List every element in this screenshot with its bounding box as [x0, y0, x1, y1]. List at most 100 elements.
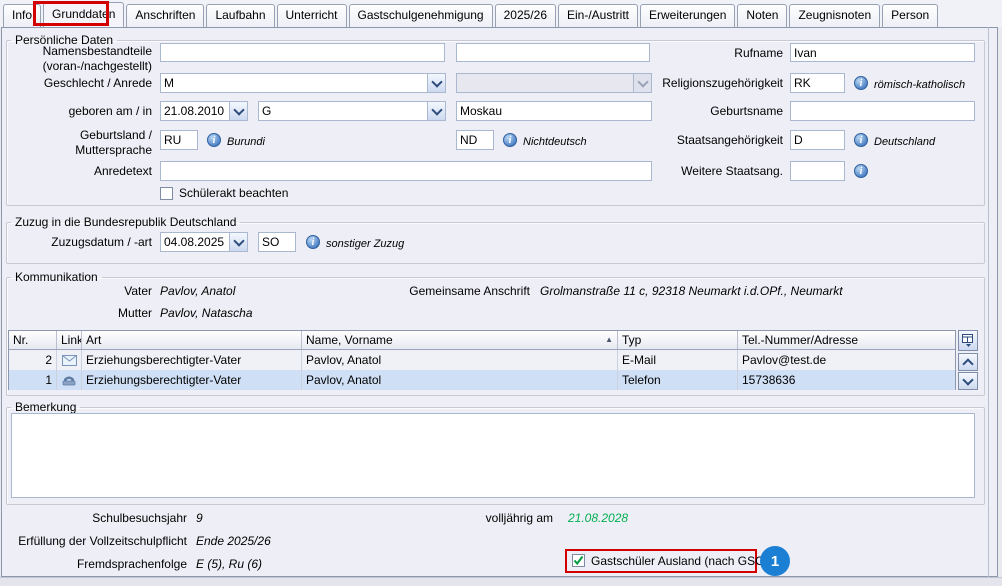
tab-gastschulgenehmigung[interactable]: Gastschulgenehmigung [349, 4, 493, 27]
tab-zeugnisnoten[interactable]: Zeugnisnoten [789, 4, 880, 27]
zuzug-group-title: Zuzug in die Bundesrepublik Deutschland [11, 215, 240, 229]
geburtsland-hint: Burundi [227, 135, 265, 149]
geburtsland-combo-value[interactable] [259, 102, 427, 120]
tab-noten[interactable]: Noten [737, 4, 787, 27]
chevron-down-icon [962, 374, 973, 385]
vater-label: Vater [0, 284, 152, 299]
cell-nr: 2 [9, 350, 57, 370]
gastschueler-checkbox-label: Gastschüler Ausland (nach GSO) [591, 554, 768, 569]
schuelerakt-checkbox[interactable] [160, 187, 173, 200]
geburtsname-input[interactable] [790, 101, 975, 121]
cell-name: Pavlov, Anatol [302, 350, 618, 370]
zuzugsart-hint: sonstiger Zuzug [326, 237, 404, 251]
weitere-staatsang-input[interactable] [790, 161, 845, 181]
column-header-nr[interactable]: Nr. [9, 331, 57, 349]
cell-nr: 1 [9, 370, 57, 390]
info-icon[interactable]: i [854, 164, 868, 178]
geburtsland-muttersprache-label: Geburtsland / Muttersprache [0, 128, 152, 158]
cell-tel: 15738636 [738, 370, 955, 390]
cell-art: Erziehungsberechtigter-Vater [82, 350, 302, 370]
info-icon[interactable]: i [207, 133, 221, 147]
cell-art: Erziehungsberechtigter-Vater [82, 370, 302, 390]
checkmark-icon [573, 555, 584, 566]
zuzugsdatum-value[interactable] [161, 233, 229, 251]
zuzugsart-code-input[interactable] [258, 232, 296, 252]
namensbestandteil-voran-input[interactable] [160, 43, 445, 62]
tab-laufbahn[interactable]: Laufbahn [206, 4, 274, 27]
column-header-name[interactable]: Name, Vorname ▲ [302, 331, 618, 349]
column-header-art[interactable]: Art [82, 331, 302, 349]
staatsangehoerigkeit-label: Staatsangehörigkeit [583, 133, 783, 148]
kommunikation-table-header: Nr. Link Art Name, Vorname ▲ Typ Tel.-Nu… [9, 331, 955, 350]
tab-ein-austritt[interactable]: Ein-/Austritt [558, 4, 638, 27]
religion-label: Religionszugehörigkeit [583, 76, 783, 91]
chevron-down-icon [233, 235, 244, 246]
chevron-up-icon [962, 358, 973, 369]
geschlecht-combobox[interactable] [160, 73, 446, 93]
info-icon[interactable]: i [854, 133, 868, 147]
info-icon[interactable]: i [306, 235, 320, 249]
rufname-label: Rufname [583, 46, 783, 61]
annotation-box-tab [33, 1, 109, 26]
info-icon[interactable]: i [503, 133, 517, 147]
info-icon[interactable]: i [854, 76, 868, 90]
tab-unterricht[interactable]: Unterricht [277, 4, 347, 27]
tab-person[interactable]: Person [882, 4, 938, 27]
tab-erweiterungen[interactable]: Erweiterungen [640, 4, 735, 27]
column-header-tel[interactable]: Tel.-Nummer/Adresse [738, 331, 955, 349]
volljaehrig-am-value: 21.08.2028 [568, 511, 628, 526]
cell-typ: Telefon [618, 370, 738, 390]
zuzug-group: Zuzug in die Bundesrepublik Deutschland [6, 215, 985, 264]
geschlecht-value[interactable] [161, 74, 427, 92]
mutter-label: Mutter [0, 306, 152, 321]
cell-typ: E-Mail [618, 350, 738, 370]
geburtsland-combo-arrow-button[interactable] [427, 102, 445, 120]
anredetext-input[interactable] [160, 161, 652, 181]
fremdsprachenfolge-value: E (5), Ru (6) [196, 557, 262, 572]
vater-value: Pavlov, Anatol [160, 284, 235, 299]
rufname-input[interactable] [790, 43, 975, 62]
geburtsland-code-input[interactable] [160, 130, 198, 150]
table-scroll-down-button[interactable] [958, 372, 978, 390]
mutter-value: Pavlov, Natascha [160, 306, 253, 321]
chevron-down-icon [233, 104, 244, 115]
geschlecht-combo-arrow-button[interactable] [427, 74, 445, 92]
geboren-am-in-label: geboren am / in [0, 104, 152, 119]
chevron-down-icon [431, 104, 442, 115]
geburtsdatum-picker[interactable] [160, 101, 248, 121]
gemeinsame-anschrift-value: Grolmanstraße 11 c, 92318 Neumarkt i.d.O… [540, 284, 843, 299]
gastschueler-checkbox[interactable] [572, 554, 585, 567]
bottom-strip [0, 577, 1002, 586]
schulbesuchsjahr-label: Schulbesuchsjahr [0, 511, 187, 526]
table-settings-icon [962, 334, 975, 347]
table-scroll-up-button[interactable] [958, 353, 978, 371]
sort-asc-icon: ▲ [605, 331, 613, 349]
geburtsland-combobox[interactable] [258, 101, 446, 121]
schuelerakt-checkbox-label: Schülerakt beachten [179, 186, 288, 201]
bemerkung-textarea[interactable] [11, 413, 975, 498]
schulbesuchsjahr-value: 9 [196, 511, 203, 526]
zuzugsdatum-art-label: Zuzugsdatum / -art [0, 235, 152, 250]
tab-bar: Info Grunddaten Anschriften Laufbahn Unt… [0, 0, 1002, 27]
religion-hint: römisch-katholisch [874, 78, 965, 92]
volljaehrig-am-label: volljährig am [433, 511, 553, 526]
geschlecht-anrede-label: Geschlecht / Anrede [0, 76, 152, 91]
tab-anschriften[interactable]: Anschriften [126, 4, 204, 27]
fremdsprachenfolge-label: Fremdsprachenfolge [0, 557, 187, 572]
table-column-settings-button[interactable] [958, 330, 978, 351]
muttersprache-code-input[interactable] [456, 130, 494, 150]
religion-code-input[interactable] [790, 73, 845, 93]
column-header-link[interactable]: Link [57, 331, 82, 349]
zuzugsdatum-picker[interactable] [160, 232, 248, 252]
geburtsdatum-arrow-button[interactable] [229, 102, 247, 120]
cell-name: Pavlov, Anatol [302, 370, 618, 390]
zuzugsdatum-arrow-button[interactable] [229, 233, 247, 251]
geburtsdatum-value[interactable] [161, 102, 229, 120]
panel-divider [988, 27, 989, 577]
email-icon [57, 350, 82, 370]
table-row[interactable]: 2 Erziehungsberechtigter-Vater Pavlov, A… [9, 350, 955, 370]
tab-2025-26[interactable]: 2025/26 [495, 4, 556, 27]
column-header-typ[interactable]: Typ [618, 331, 738, 349]
table-row[interactable]: 1 Erziehungsberechtigter-Vater Pavlov, A… [9, 370, 955, 390]
staatsangehoerigkeit-code-input[interactable] [790, 130, 845, 150]
